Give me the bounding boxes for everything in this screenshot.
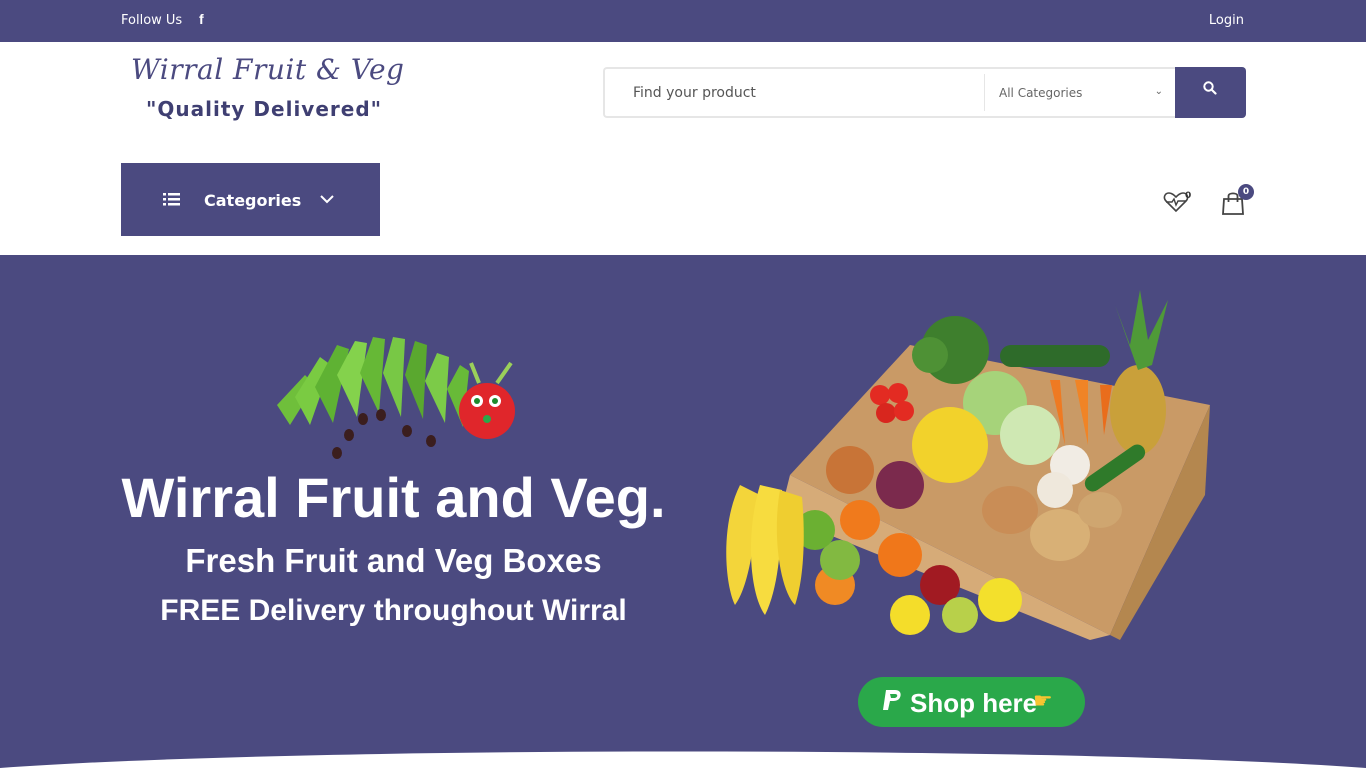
hero-banner: Wirral Fruit and Veg. Fresh Fruit and Ve…: [0, 255, 1366, 768]
follow-us-label: Follow Us: [121, 13, 183, 28]
categories-button[interactable]: Categories: [121, 163, 380, 236]
fruit-veg-box-image: [726, 290, 1210, 640]
login-link[interactable]: Login: [1209, 13, 1244, 28]
search-icon: [1203, 81, 1217, 95]
search-input[interactable]: [605, 69, 983, 116]
category-select-value: All Categories: [999, 85, 1083, 100]
chevron-down-icon: ⌄: [1154, 86, 1163, 97]
paypal-icon: [883, 690, 901, 710]
caterpillar-illustration: [277, 337, 515, 459]
categories-label: Categories: [204, 191, 302, 210]
shop-here-label: Shop here: [910, 688, 1038, 718]
list-icon: [163, 193, 180, 206]
logo-title[interactable]: Wirral Fruit & Veg: [131, 53, 404, 86]
search-button[interactable]: [1175, 67, 1246, 118]
category-select[interactable]: All Categories ⌄: [985, 69, 1177, 116]
pointing-hand-icon: ☛: [1033, 689, 1053, 714]
hero-delivery-text: FREE Delivery throughout Wirral: [160, 594, 627, 627]
chevron-down-icon: [320, 195, 334, 204]
top-bar: Follow Us f Login: [0, 0, 1366, 42]
wave-divider: [0, 751, 1366, 768]
hero-title: Wirral Fruit and Veg.: [121, 466, 666, 529]
shop-here-button[interactable]: Shop here ☛: [858, 677, 1085, 727]
hero-subtitle: Fresh Fruit and Veg Boxes: [185, 542, 602, 579]
logo-tagline: "Quality Delivered": [146, 97, 383, 121]
facebook-icon[interactable]: f: [199, 11, 204, 27]
wishlist-count: 0: [1185, 191, 1192, 201]
search-bar: All Categories ⌄: [603, 67, 1246, 118]
cart-count-badge: 0: [1238, 184, 1254, 200]
